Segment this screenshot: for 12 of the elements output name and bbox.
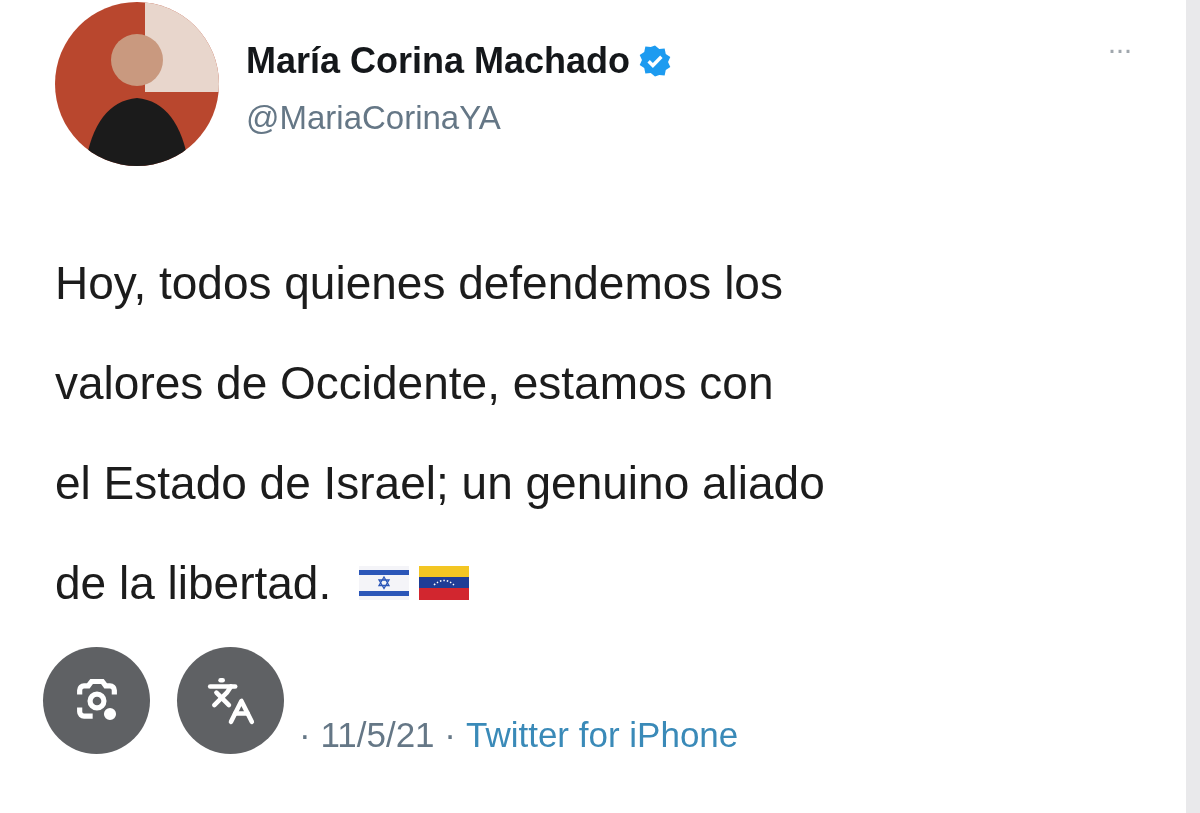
tweet-text-line: de la libertad. (55, 556, 332, 611)
author-handle: @MariaCorinaYA (246, 99, 502, 137)
flag-icon (419, 566, 470, 600)
source-link[interactable]: Twitter for iPhone (465, 715, 739, 755)
tweet-text-line: el Estado de Israel; un genuino aliado (55, 456, 825, 511)
more-menu[interactable]: ··· (1107, 32, 1131, 66)
tweet-date: · 11/5/21 · (299, 715, 456, 755)
translate-icon (205, 675, 256, 726)
author-name: María Corina Machado (246, 40, 631, 82)
tweet-text-line: Hoy, todos quienes defendemos los (55, 256, 783, 311)
flag-icon (359, 566, 410, 600)
tweet-text-line: valores de Occidente, estamos con (55, 356, 774, 411)
